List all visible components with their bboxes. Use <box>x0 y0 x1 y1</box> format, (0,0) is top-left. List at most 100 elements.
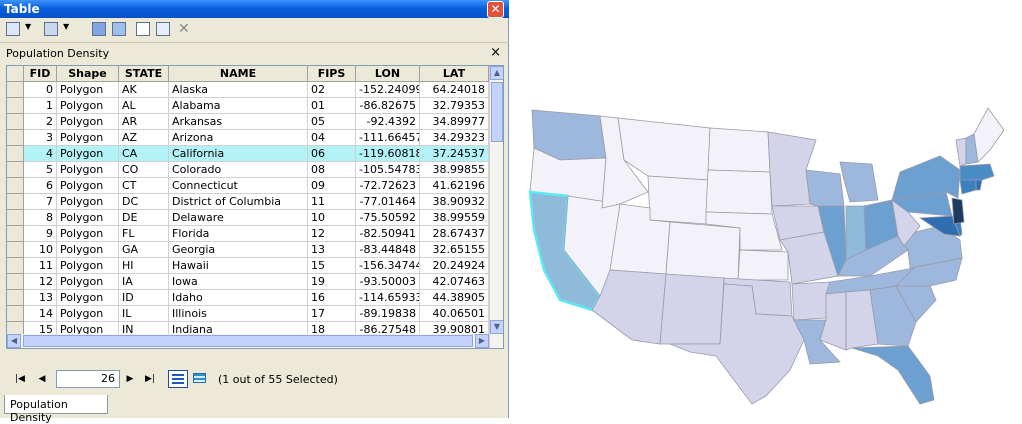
table-cell-fid[interactable]: 11 <box>24 258 57 274</box>
table-cell-name[interactable]: Alaska <box>169 82 308 98</box>
table-cell-lat[interactable]: 41.62196 <box>420 178 489 194</box>
row-selector[interactable] <box>7 274 24 290</box>
table-cell-shape[interactable]: Polygon <box>57 258 119 274</box>
row-selector[interactable] <box>7 82 24 98</box>
table-cell-name[interactable]: California <box>169 146 308 162</box>
row-selector[interactable] <box>7 178 24 194</box>
table-cell-name[interactable]: Alabama <box>169 98 308 114</box>
table-cell-shape[interactable]: Polygon <box>57 98 119 114</box>
vertical-scrollbar[interactable]: ▲ ▼ <box>489 66 503 348</box>
table-cell-shape[interactable]: Polygon <box>57 290 119 306</box>
related-tables-button[interactable]: ▼ <box>44 22 74 38</box>
row-selector[interactable] <box>7 210 24 226</box>
column-header-fid[interactable]: FID <box>24 66 57 82</box>
scroll-down-icon[interactable]: ▼ <box>490 320 503 334</box>
table-cell-fips[interactable]: 06 <box>308 146 356 162</box>
table-cell-state[interactable]: GA <box>119 242 169 258</box>
close-table-tab-button[interactable]: × <box>490 45 501 60</box>
row-selector[interactable] <box>7 114 24 130</box>
table-cell-lat[interactable]: 28.67437 <box>420 226 489 242</box>
table-cell-lat[interactable]: 34.29323 <box>420 130 489 146</box>
table-cell-lon[interactable]: -156.34744 <box>356 258 420 274</box>
column-header-lon[interactable]: LON <box>356 66 420 82</box>
column-header-name[interactable]: NAME <box>169 66 308 82</box>
row-selector[interactable] <box>7 226 24 242</box>
row-selector[interactable] <box>7 162 24 178</box>
table-cell-name[interactable]: District of Columbia <box>169 194 308 210</box>
table-cell-state[interactable]: CA <box>119 146 169 162</box>
table-cell-fid[interactable]: 3 <box>24 130 57 146</box>
table-cell-fid[interactable]: 6 <box>24 178 57 194</box>
switch-selection-button[interactable] <box>112 22 128 38</box>
table-cell-lon[interactable]: -93.50003 <box>356 274 420 290</box>
table-cell-name[interactable]: Idaho <box>169 290 308 306</box>
row-selector[interactable] <box>7 98 24 114</box>
table-cell-fips[interactable]: 10 <box>308 210 356 226</box>
table-cell-shape[interactable]: Polygon <box>57 226 119 242</box>
table-cell-fips[interactable]: 17 <box>308 306 356 322</box>
row-selector[interactable] <box>7 146 24 162</box>
zoom-to-selected-button[interactable] <box>156 22 172 38</box>
table-cell-fid[interactable]: 13 <box>24 290 57 306</box>
last-record-icon[interactable]: ▶| <box>142 372 158 386</box>
table-cell-shape[interactable]: Polygon <box>57 146 119 162</box>
table-cell-fid[interactable]: 5 <box>24 162 57 178</box>
vertical-scroll-thumb[interactable] <box>491 82 503 142</box>
table-cell-name[interactable]: Connecticut <box>169 178 308 194</box>
table-cell-name[interactable]: Delaware <box>169 210 308 226</box>
delete-selected-icon[interactable]: ✕ <box>178 22 192 38</box>
row-selector[interactable] <box>7 258 24 274</box>
table-cell-lon[interactable]: -77.01464 <box>356 194 420 210</box>
table-cell-fid[interactable]: 10 <box>24 242 57 258</box>
horizontal-scroll-thumb[interactable] <box>23 335 473 347</box>
table-cell-lat[interactable]: 40.06501 <box>420 306 489 322</box>
table-cell-state[interactable]: CT <box>119 178 169 194</box>
table-cell-lat[interactable]: 38.99559 <box>420 210 489 226</box>
table-cell-state[interactable]: FL <box>119 226 169 242</box>
table-cell-name[interactable]: Arizona <box>169 130 308 146</box>
table-cell-state[interactable]: AR <box>119 114 169 130</box>
table-cell-lon[interactable]: -82.50941 <box>356 226 420 242</box>
table-cell-lon[interactable]: -72.72623 <box>356 178 420 194</box>
table-cell-lon[interactable]: -89.19838 <box>356 306 420 322</box>
table-cell-name[interactable]: Georgia <box>169 242 308 258</box>
table-cell-lon[interactable]: -86.82675 <box>356 98 420 114</box>
table-cell-lat[interactable]: 34.89977 <box>420 114 489 130</box>
row-selector[interactable] <box>7 130 24 146</box>
row-selector[interactable] <box>7 306 24 322</box>
table-cell-fid[interactable]: 4 <box>24 146 57 162</box>
table-cell-shape[interactable]: Polygon <box>57 210 119 226</box>
table-cell-fid[interactable]: 2 <box>24 114 57 130</box>
table-cell-lat[interactable]: 42.07463 <box>420 274 489 290</box>
table-cell-fid[interactable]: 9 <box>24 226 57 242</box>
table-cell-name[interactable]: Arkansas <box>169 114 308 130</box>
table-cell-state[interactable]: AK <box>119 82 169 98</box>
bottom-table-tab[interactable]: Population Density <box>4 395 108 424</box>
column-header-lat[interactable]: LAT <box>420 66 489 82</box>
table-cell-lat[interactable]: 38.99855 <box>420 162 489 178</box>
table-cell-fips[interactable]: 01 <box>308 98 356 114</box>
table-cell-fid[interactable]: 8 <box>24 210 57 226</box>
select-by-attributes-button[interactable] <box>92 22 108 38</box>
table-cell-lon[interactable]: -92.4392 <box>356 114 420 130</box>
table-cell-lat[interactable]: 38.90932 <box>420 194 489 210</box>
table-cell-shape[interactable]: Polygon <box>57 130 119 146</box>
table-cell-name[interactable]: Florida <box>169 226 308 242</box>
table-cell-name[interactable]: Illinois <box>169 306 308 322</box>
table-cell-fips[interactable]: 05 <box>308 114 356 130</box>
table-cell-lon[interactable]: -119.60818 <box>356 146 420 162</box>
table-cell-lon[interactable]: -75.50592 <box>356 210 420 226</box>
table-cell-state[interactable]: ID <box>119 290 169 306</box>
table-cell-fips[interactable]: 02 <box>308 82 356 98</box>
table-cell-shape[interactable]: Polygon <box>57 306 119 322</box>
row-selector[interactable] <box>7 242 24 258</box>
table-cell-shape[interactable]: Polygon <box>57 242 119 258</box>
table-cell-lat[interactable]: 32.79353 <box>420 98 489 114</box>
close-window-button[interactable]: ✕ <box>487 1 504 18</box>
table-cell-fid[interactable]: 12 <box>24 274 57 290</box>
table-cell-shape[interactable]: Polygon <box>57 194 119 210</box>
table-cell-lat[interactable]: 37.24537 <box>420 146 489 162</box>
next-record-icon[interactable]: ▶ <box>122 372 138 386</box>
table-cell-shape[interactable]: Polygon <box>57 114 119 130</box>
table-cell-name[interactable]: Colorado <box>169 162 308 178</box>
